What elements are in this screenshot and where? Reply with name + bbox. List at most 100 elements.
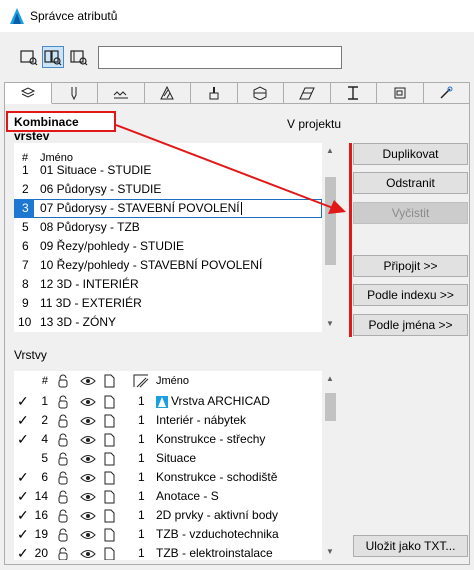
- layer-name: Interiér - nábytek: [156, 413, 247, 427]
- intersection-group: 1: [138, 527, 145, 541]
- lock-toggle[interactable]: [56, 430, 70, 449]
- by-name-button[interactable]: Podle jména >>: [353, 314, 468, 336]
- eye-icon: [80, 416, 96, 425]
- clear-button[interactable]: Vyčistit: [353, 202, 468, 224]
- eye-icon: [80, 511, 96, 520]
- list-header: # Jméno: [14, 372, 322, 391]
- visibility-checkmark[interactable]: ✓: [17, 487, 29, 506]
- visibility-checkmark[interactable]: ✓: [17, 392, 29, 411]
- layer-row[interactable]: ✓ 2 1 Interiér - nábytek: [14, 411, 322, 430]
- lock-toggle[interactable]: [56, 449, 70, 468]
- lock-icon: [58, 490, 68, 504]
- model-view-icon: [104, 395, 115, 409]
- wireframe-toggle[interactable]: [102, 544, 116, 560]
- wireframe-toggle[interactable]: [102, 487, 116, 506]
- lock-icon: [58, 509, 68, 523]
- model-view-icon: [104, 509, 115, 523]
- layer-row[interactable]: ✓ 6 1 Konstrukce - schodiště: [14, 468, 322, 487]
- layer-row[interactable]: ✓ 19 1 TZB - vzduchotechnika: [14, 525, 322, 544]
- intersection-group: 1: [138, 489, 145, 503]
- intersection-group: 1: [138, 413, 145, 427]
- scroll-up-icon[interactable]: ▲: [326, 375, 334, 383]
- intersection-group-icon: [133, 374, 149, 388]
- layer-row[interactable]: ✓ 1 1 Vrstva ARCHICAD: [14, 392, 322, 411]
- eye-icon: [80, 454, 96, 463]
- visibility-checkmark[interactable]: ✓: [17, 506, 29, 525]
- lock-toggle[interactable]: [56, 487, 70, 506]
- eye-icon: [80, 377, 96, 386]
- layers-label: Vrstvy: [14, 348, 47, 362]
- show-hide-toggle[interactable]: [80, 468, 96, 487]
- layer-name: TZB - vzduchotechnika: [156, 527, 279, 541]
- lock-toggle[interactable]: [56, 468, 70, 487]
- layer-index: 2: [41, 413, 48, 427]
- visibility-checkmark[interactable]: ✓: [17, 430, 29, 449]
- show-hide-toggle[interactable]: [80, 392, 96, 411]
- delete-button[interactable]: Odstranit: [353, 172, 468, 194]
- scroll-down-icon[interactable]: ▼: [326, 548, 334, 556]
- lock-toggle[interactable]: [56, 525, 70, 544]
- model-view-icon: [104, 414, 115, 428]
- lock-toggle[interactable]: [56, 506, 70, 525]
- layer-row[interactable]: ✓ 4 1 Konstrukce - střechy: [14, 430, 322, 449]
- show-hide-toggle[interactable]: [80, 506, 96, 525]
- layer-row[interactable]: ✓ 14 1 Anotace - S: [14, 487, 322, 506]
- intersection-group: 1: [138, 546, 145, 560]
- layer-row[interactable]: 5 1 Situace: [14, 449, 322, 468]
- layer-name: TZB - elektroinstalace: [156, 546, 273, 560]
- duplicate-button[interactable]: Duplikovat: [353, 143, 468, 165]
- lock-icon: [58, 433, 68, 447]
- lock-icon: [58, 547, 68, 560]
- show-hide-toggle[interactable]: [80, 487, 96, 506]
- lock-toggle[interactable]: [56, 411, 70, 430]
- layer-index: 20: [34, 546, 48, 560]
- eye-icon: [80, 435, 96, 444]
- model-view-icon: [104, 452, 115, 466]
- eye-icon: [80, 530, 96, 539]
- layer-row[interactable]: ✓ 20 1 TZB - elektroinstalace: [14, 544, 322, 560]
- layer-name: Situace: [156, 451, 197, 465]
- visibility-checkmark[interactable]: ✓: [17, 544, 29, 560]
- intersection-group: 1: [138, 394, 145, 408]
- model-view-icon: [104, 528, 115, 542]
- wireframe-toggle[interactable]: [102, 430, 116, 449]
- visibility-checkmark[interactable]: ✓: [17, 468, 29, 487]
- wireframe-toggle[interactable]: [102, 392, 116, 411]
- wireframe-toggle[interactable]: [102, 468, 116, 487]
- intersection-group: 1: [138, 432, 145, 446]
- scroll-thumb[interactable]: [325, 393, 336, 421]
- layer-index: 5: [41, 451, 48, 465]
- archicad-layer-icon: [156, 395, 168, 408]
- visibility-checkmark[interactable]: ✓: [17, 411, 29, 430]
- lock-toggle[interactable]: [56, 392, 70, 411]
- layer-name: 2D prvky - aktivní body: [156, 508, 279, 522]
- wireframe-toggle[interactable]: [102, 449, 116, 468]
- lock-icon: [58, 471, 68, 485]
- show-hide-toggle[interactable]: [80, 411, 96, 430]
- layers-scrollbar[interactable]: ▲ ▼: [322, 371, 339, 560]
- layer-row[interactable]: ✓ 16 1 2D prvky - aktivní body: [14, 506, 322, 525]
- model-view-icon: [104, 547, 115, 560]
- show-hide-toggle[interactable]: [80, 525, 96, 544]
- lock-toggle[interactable]: [56, 544, 70, 560]
- show-hide-toggle[interactable]: [80, 544, 96, 560]
- visibility-checkmark[interactable]: ✓: [17, 525, 29, 544]
- lock-icon: [58, 374, 68, 388]
- layer-name: Konstrukce - střechy: [156, 432, 266, 446]
- eye-icon: [80, 397, 96, 406]
- layers-list: # Jméno ✓ 1 1 Vrstva ARCHICAD ✓ 2 1 Interiér - …: [14, 371, 322, 560]
- by-index-button[interactable]: Podle indexu >>: [353, 284, 468, 306]
- model-view-icon: [104, 433, 115, 447]
- save-as-txt-button[interactable]: Uložit jako TXT...: [353, 535, 468, 557]
- column-header-name: Jméno: [156, 375, 190, 387]
- show-hide-toggle[interactable]: [80, 449, 96, 468]
- wireframe-toggle[interactable]: [102, 525, 116, 544]
- attach-button[interactable]: Připojit >>: [353, 255, 468, 277]
- layer-index: 4: [41, 432, 48, 446]
- layer-name: Anotace - S: [156, 489, 219, 503]
- layer-name: Vrstva ARCHICAD: [156, 392, 270, 411]
- wireframe-toggle[interactable]: [102, 411, 116, 430]
- show-hide-toggle[interactable]: [80, 430, 96, 449]
- wireframe-toggle[interactable]: [102, 506, 116, 525]
- intersection-group: 1: [138, 508, 145, 522]
